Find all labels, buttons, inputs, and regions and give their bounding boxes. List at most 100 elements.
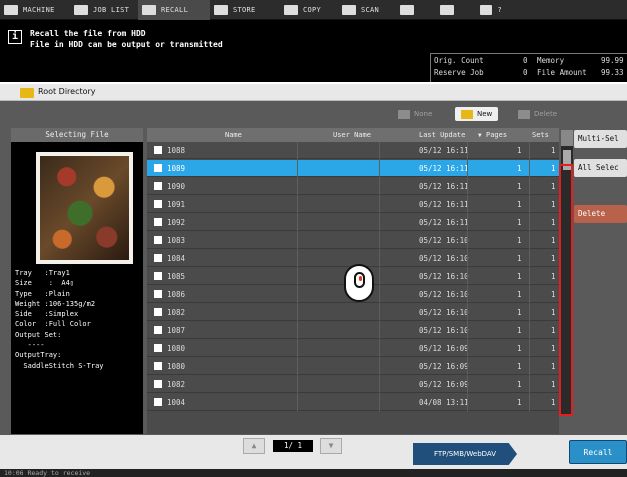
orig-count-value: 0 xyxy=(523,56,528,65)
column-divider xyxy=(529,214,530,231)
col-last-update[interactable]: Last Update xyxy=(419,131,465,139)
col-user-name[interactable]: User Name xyxy=(333,131,371,139)
column-divider xyxy=(297,340,298,357)
selecting-file-header: Selecting File xyxy=(11,128,143,142)
cell-sets: 1 xyxy=(551,164,556,173)
top-nav-bar: MACHINE JOB LIST RECALL STORE COPY SCAN? xyxy=(0,0,627,20)
cell-name: 1082 xyxy=(167,308,186,317)
column-divider xyxy=(297,250,298,267)
table-row[interactable]: 1082 05/12 16:10 1 1 xyxy=(147,304,559,321)
counter-panel: Orig. Count 0 Memory 99.99 Reserve Job 0… xyxy=(430,53,627,82)
cell-sets: 1 xyxy=(551,326,556,335)
row-checkbox[interactable] xyxy=(154,272,162,280)
table-row[interactable]: 1091 05/12 16:11 1 1 xyxy=(147,196,559,213)
cell-pages: 1 xyxy=(517,272,522,281)
selecting-file-panel: Selecting File Tray :Tray1 Size : A4▯ Ty… xyxy=(11,128,143,434)
column-divider xyxy=(379,160,380,177)
column-divider xyxy=(379,268,380,285)
machine-icon xyxy=(4,5,18,15)
column-divider xyxy=(297,196,298,213)
table-row[interactable]: 1092 05/12 16:11 1 1 xyxy=(147,214,559,231)
cell-updated: 05/12 16:09 xyxy=(419,380,469,389)
col-name[interactable]: Name xyxy=(225,131,242,139)
row-checkbox[interactable] xyxy=(154,200,162,208)
tab-label: COPY xyxy=(303,6,322,14)
tab-network[interactable] xyxy=(396,0,436,20)
row-checkbox[interactable] xyxy=(154,164,162,172)
table-row[interactable]: 1082 05/12 16:09 1 1 xyxy=(147,376,559,393)
table-row[interactable]: 1004 04/08 13:11 1 1 xyxy=(147,394,559,411)
row-checkbox[interactable] xyxy=(154,146,162,154)
cell-updated: 05/12 16:11 xyxy=(419,200,469,209)
column-divider xyxy=(297,178,298,195)
column-divider xyxy=(529,268,530,285)
page-down-button[interactable]: ▼ xyxy=(320,438,342,454)
row-checkbox[interactable] xyxy=(154,308,162,316)
cell-updated: 05/12 16:10 xyxy=(419,236,469,245)
column-divider xyxy=(297,358,298,375)
row-checkbox[interactable] xyxy=(154,236,162,244)
row-checkbox[interactable] xyxy=(154,362,162,370)
column-divider xyxy=(529,142,530,159)
row-checkbox[interactable] xyxy=(154,218,162,226)
tab-scan[interactable]: SCAN xyxy=(338,0,396,20)
all-select-button[interactable]: All Selec xyxy=(574,159,627,177)
row-checkbox[interactable] xyxy=(154,344,162,352)
col-pages[interactable]: Pages xyxy=(486,131,507,139)
row-checkbox[interactable] xyxy=(154,398,162,406)
delete-folder-button[interactable]: Delete xyxy=(518,107,557,121)
memory-value: 99.99 xyxy=(601,56,624,65)
mouse-wheel-icon xyxy=(354,272,365,288)
none-button[interactable]: None xyxy=(398,107,432,121)
column-divider xyxy=(467,232,468,249)
column-divider xyxy=(529,394,530,411)
recall-button[interactable]: Recall xyxy=(569,440,627,464)
tab-speaker[interactable] xyxy=(436,0,476,20)
row-checkbox[interactable] xyxy=(154,290,162,298)
cell-name: 1080 xyxy=(167,362,186,371)
tab--[interactable]: ? xyxy=(476,0,506,20)
new-folder-button[interactable]: New xyxy=(455,107,499,121)
row-checkbox[interactable] xyxy=(154,254,162,262)
delete-file-button[interactable]: Delete xyxy=(574,205,627,223)
scroll-up-button[interactable] xyxy=(561,130,573,146)
column-divider xyxy=(297,304,298,321)
column-divider xyxy=(297,286,298,303)
tab-job-list[interactable]: JOB LIST xyxy=(70,0,138,20)
tab-recall[interactable]: RECALL xyxy=(138,0,210,20)
directory-label[interactable]: Root Directory xyxy=(38,87,96,96)
row-checkbox[interactable] xyxy=(154,380,162,388)
column-divider xyxy=(467,250,468,267)
page-up-button[interactable]: ▲ xyxy=(243,438,265,454)
reserve-job-value: 0 xyxy=(523,68,528,77)
file-thumbnail xyxy=(36,152,133,264)
column-divider xyxy=(529,196,530,213)
cell-pages: 1 xyxy=(517,308,522,317)
multi-select-button[interactable]: Multi-Sel xyxy=(574,130,627,148)
tab-copy[interactable]: COPY xyxy=(280,0,338,20)
table-row[interactable]: 1089 05/12 16:11 1 1 xyxy=(147,160,559,177)
cell-sets: 1 xyxy=(551,290,556,299)
cell-name: 1090 xyxy=(167,182,186,191)
table-row[interactable]: 1080 05/12 16:09 1 1 xyxy=(147,340,559,357)
mouse-wheel-dot xyxy=(359,276,362,281)
column-divider xyxy=(467,214,468,231)
column-divider xyxy=(529,340,530,357)
cell-pages: 1 xyxy=(517,326,522,335)
cell-pages: 1 xyxy=(517,218,522,227)
col-sets[interactable]: Sets xyxy=(532,131,549,139)
ftp-smb-webdav-button[interactable]: FTP/SMB/WebDAV xyxy=(413,443,517,465)
sort-down-icon: ▼ xyxy=(478,132,482,139)
table-row[interactable]: 1080 05/12 16:09 1 1 xyxy=(147,358,559,375)
table-row[interactable]: 1087 05/12 16:10 1 1 xyxy=(147,322,559,339)
table-row[interactable]: 1088 05/12 16:11 1 1 xyxy=(147,142,559,159)
row-checkbox[interactable] xyxy=(154,182,162,190)
row-checkbox[interactable] xyxy=(154,326,162,334)
recall-icon xyxy=(142,5,156,15)
table-row[interactable]: 1083 05/12 16:10 1 1 xyxy=(147,232,559,249)
delete-label: Delete xyxy=(534,110,557,118)
new-folder-icon xyxy=(461,109,473,119)
tab-machine[interactable]: MACHINE xyxy=(0,0,70,20)
tab-store[interactable]: STORE xyxy=(210,0,280,20)
table-row[interactable]: 1090 05/12 16:11 1 1 xyxy=(147,178,559,195)
